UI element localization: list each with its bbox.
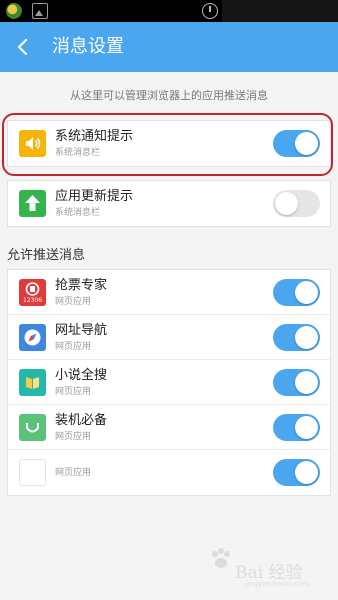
image-notification-icon (32, 3, 48, 19)
app-title: 小说全搜 (55, 368, 108, 383)
app-push-toggle[interactable] (273, 369, 320, 396)
app-push-toggle[interactable] (273, 414, 320, 441)
title-bar: 消息设置 (0, 22, 338, 72)
app-subtitle: 网页应用 (55, 297, 92, 307)
app-push-toggle[interactable] (273, 279, 320, 306)
setting-title: 应用更新提示 (55, 189, 134, 204)
toggle-knob (295, 371, 318, 394)
toggle-knob (295, 326, 318, 349)
train-ticket-icon: 12306 (19, 279, 46, 306)
baidu-jingyan-watermark: Bai 经验 jingyan.baidu.com (205, 540, 315, 588)
status-bar (0, 0, 338, 22)
app-title: 网址导航 (55, 323, 108, 338)
back-arrow-icon[interactable] (14, 37, 34, 57)
toggle-knob (295, 281, 318, 304)
setting-subtitle: 系统消息栏 (55, 208, 101, 218)
list-item-url-navigation[interactable]: 网址导航 网页应用 (8, 315, 330, 360)
up-arrow-icon (19, 190, 46, 217)
app-title: 装机必备 (55, 413, 108, 428)
app-notification-icon (6, 3, 22, 19)
alarm-icon (202, 3, 218, 19)
app-subtitle: 网页应用 (55, 432, 92, 442)
blank-app-icon (19, 459, 46, 486)
toggle-knob (295, 416, 318, 439)
ticket-icon-label: 12306 (22, 297, 43, 304)
status-bar-right (222, 0, 338, 22)
watermark-url: jingyan.baidu.com (245, 580, 310, 588)
app-push-toggle[interactable] (273, 459, 320, 486)
intro-text: 从这里可以管理浏览器上的应用推送消息 (70, 89, 268, 102)
app-subtitle: 网页应用 (55, 342, 92, 352)
list-item-ticket-expert[interactable]: 12306 抢票专家 网页应用 (8, 270, 330, 315)
toggle-knob (275, 192, 298, 215)
paw-logo-icon (212, 548, 230, 568)
list-item-unnamed-app[interactable]: 网页应用 (8, 450, 330, 495)
book-icon (19, 369, 46, 396)
app-subtitle: 网页应用 (55, 468, 92, 478)
app-title: 抢票专家 (55, 278, 108, 293)
compass-icon (19, 324, 46, 351)
app-subtitle: 网页应用 (55, 387, 92, 397)
list-item-novel-search[interactable]: 小说全搜 网页应用 (8, 360, 330, 405)
highlight-annotation (2, 113, 333, 176)
push-app-list: 12306 抢票专家 网页应用 网址导航 网页应用 小说全搜 网页应用 装机必备… (7, 269, 331, 496)
list-item-essential-apps[interactable]: 装机必备 网页应用 (8, 405, 330, 450)
install-icon (19, 414, 46, 441)
section-title: 允许推送消息 (7, 248, 86, 263)
setting-row-app-update[interactable]: 应用更新提示 系统消息栏 (8, 181, 330, 226)
app-push-toggle[interactable] (273, 324, 320, 351)
page-title: 消息设置 (52, 36, 124, 57)
app-update-toggle[interactable] (273, 190, 320, 217)
toggle-knob (295, 461, 318, 484)
app-update-card: 应用更新提示 系统消息栏 (7, 180, 331, 227)
